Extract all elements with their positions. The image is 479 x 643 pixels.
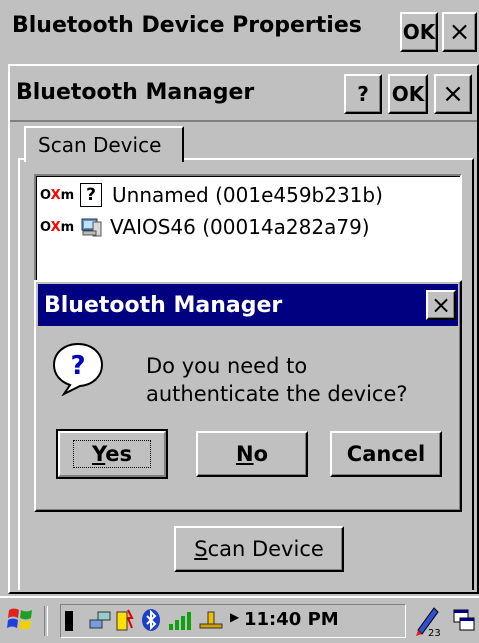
outer-close-button[interactable]: × bbox=[442, 12, 477, 52]
disconnected-key-icon: OXm bbox=[40, 219, 75, 235]
connection-icon[interactable] bbox=[198, 610, 226, 630]
no-button[interactable]: No bbox=[196, 431, 308, 477]
question-icon: ? bbox=[50, 340, 106, 397]
yes-button-label: Yes bbox=[72, 440, 152, 468]
outer-ok-button[interactable]: OK bbox=[400, 12, 438, 52]
manager-window-title: Bluetooth Manager bbox=[16, 80, 255, 105]
tab-scan-device-label: Scan Device bbox=[38, 133, 162, 157]
bluetooth-icon[interactable] bbox=[140, 608, 162, 632]
outer-window-title: Bluetooth Device Properties bbox=[12, 13, 362, 38]
computer-device-icon bbox=[80, 217, 102, 237]
network-icon[interactable] bbox=[88, 610, 112, 630]
dialog-message-line-1: Do you need to bbox=[146, 354, 308, 378]
dialog-message: Do you need to authenticate the device? bbox=[146, 352, 408, 408]
device-name: Unnamed (001e459b231b) bbox=[112, 183, 383, 207]
scan-device-button[interactable]: Scan Device bbox=[174, 526, 344, 572]
list-item[interactable]: OXm ? Unnamed (001e459b231b) bbox=[40, 182, 383, 208]
auth-dialog: Bluetooth Manager × ? Do you need to aut… bbox=[34, 280, 462, 512]
cancel-button[interactable]: Cancel bbox=[330, 431, 442, 477]
dialog-message-line-2: authenticate the device? bbox=[146, 382, 408, 406]
input-panel-icon[interactable]: 23 bbox=[412, 604, 442, 639]
window-switch-icon[interactable] bbox=[452, 608, 476, 634]
clock-arrow-icon: ▶ bbox=[230, 610, 240, 624]
device-name: VAIOS46 (00014a282a79) bbox=[110, 215, 370, 239]
cancel-button-label: Cancel bbox=[346, 442, 426, 466]
battery-icon[interactable] bbox=[114, 608, 134, 632]
outer-title-bar: Bluetooth Device Properties OK × bbox=[0, 0, 479, 62]
windows-flag-icon[interactable] bbox=[6, 606, 34, 632]
taskbar-app-icon[interactable] bbox=[65, 611, 73, 631]
svg-text:?: ? bbox=[70, 351, 85, 381]
scan-device-button-label: Scan Device bbox=[194, 537, 324, 561]
disconnected-key-icon: OXm bbox=[40, 187, 75, 203]
signal-icon[interactable] bbox=[168, 608, 194, 632]
no-button-label: No bbox=[235, 442, 268, 466]
manager-title-bar: Bluetooth Manager ? OK × bbox=[10, 66, 477, 122]
taskbar-divider bbox=[44, 606, 48, 636]
manager-close-button[interactable]: × bbox=[434, 74, 472, 114]
dialog-title-bar: Bluetooth Manager × bbox=[38, 284, 458, 326]
svg-text:23: 23 bbox=[428, 628, 441, 638]
taskbar: ▶ 11:40 PM 23 bbox=[0, 596, 479, 643]
clock[interactable]: 11:40 PM bbox=[244, 609, 339, 630]
unknown-device-icon: ? bbox=[80, 183, 102, 207]
manager-ok-button[interactable]: OK bbox=[388, 74, 428, 114]
yes-button[interactable]: Yes bbox=[56, 429, 168, 479]
tab-scan-device[interactable]: Scan Device bbox=[24, 126, 184, 162]
dialog-close-button[interactable]: × bbox=[426, 290, 456, 320]
manager-help-button[interactable]: ? bbox=[344, 74, 382, 114]
dialog-title: Bluetooth Manager bbox=[44, 293, 283, 318]
list-item[interactable]: OXm VAIOS46 (00014a282a79) bbox=[40, 214, 370, 240]
